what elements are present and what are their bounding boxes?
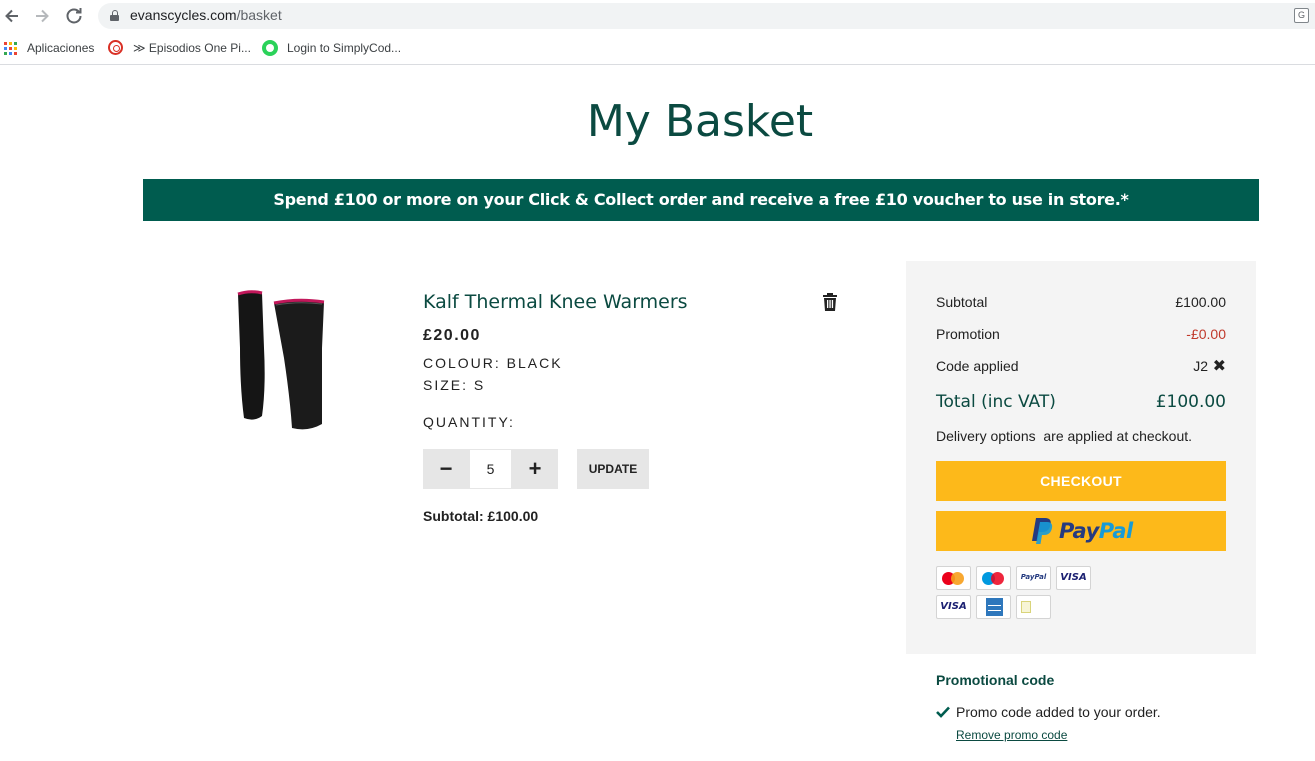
lock-icon bbox=[110, 10, 119, 21]
update-button[interactable]: UPDATE bbox=[577, 449, 649, 489]
subtotal-value: £100.00 bbox=[1175, 294, 1226, 310]
summary-promotion-row: Promotion -£0.00 bbox=[936, 326, 1226, 342]
order-summary: Subtotal £100.00 Promotion -£0.00 Code a… bbox=[906, 261, 1256, 654]
delivery-note: Delivery options are applied at checkout… bbox=[936, 428, 1193, 444]
apps-grid-icon bbox=[4, 42, 17, 55]
spiral-favicon-icon bbox=[108, 40, 123, 55]
browser-toolbar: evanscycles.com/basket G bbox=[0, 0, 1315, 32]
quantity-input[interactable] bbox=[469, 449, 512, 489]
bookmark-label: ≫ Episodios One Pi... bbox=[133, 41, 251, 55]
promotion-label: Promotion bbox=[936, 326, 1000, 342]
address-bar[interactable]: evanscycles.com/basket G bbox=[98, 3, 1315, 29]
promotion-value: -£0.00 bbox=[1186, 326, 1226, 342]
reload-icon[interactable] bbox=[63, 5, 85, 27]
url-text[interactable]: evanscycles.com/basket bbox=[130, 7, 282, 23]
quantity-label: QUANTITY: bbox=[423, 414, 515, 430]
retail-finance-icon bbox=[1016, 595, 1051, 619]
promo-banner[interactable]: Spend £100 or more on your Click & Colle… bbox=[143, 179, 1259, 221]
subtotal-label: Subtotal bbox=[936, 294, 988, 310]
forward-arrow-icon[interactable] bbox=[31, 5, 53, 27]
back-arrow-icon[interactable] bbox=[1, 5, 23, 27]
summary-subtotal-row: Subtotal £100.00 bbox=[936, 294, 1226, 310]
quantity-increase-button[interactable]: + bbox=[512, 449, 558, 489]
total-value: £100.00 bbox=[1155, 392, 1226, 412]
amex-icon bbox=[976, 595, 1011, 619]
visa-icon: VISA bbox=[1056, 566, 1091, 590]
item-subtotal: Subtotal: £100.00 bbox=[423, 508, 539, 524]
bookmark-label: Aplicaciones bbox=[27, 41, 95, 55]
check-icon bbox=[936, 705, 950, 718]
circle-favicon-icon bbox=[262, 40, 278, 56]
summary-total-row: Total (inc VAT) £100.00 bbox=[936, 392, 1226, 412]
total-label: Total (inc VAT) bbox=[936, 392, 1056, 412]
trash-icon[interactable] bbox=[822, 293, 838, 311]
bookmarks-bar: Aplicaciones ≫ Episodios One Pi... Login… bbox=[0, 32, 1315, 65]
remove-code-icon[interactable]: ✖ bbox=[1213, 356, 1226, 376]
product-image[interactable] bbox=[232, 288, 332, 434]
mastercard-icon bbox=[936, 566, 971, 590]
remove-promo-code-link[interactable]: Remove promo code bbox=[956, 728, 1067, 742]
paypal-card-icon: PayPal bbox=[1016, 566, 1051, 590]
product-price: £20.00 bbox=[423, 327, 481, 344]
promo-message-text: Promo code added to your order. bbox=[956, 704, 1161, 720]
paypal-button[interactable]: PayPal bbox=[936, 511, 1226, 551]
checkout-button[interactable]: CHECKOUT bbox=[936, 461, 1226, 501]
product-colour: COLOUR: BLACK bbox=[423, 355, 563, 371]
quantity-decrease-button[interactable]: − bbox=[423, 449, 469, 489]
translate-icon[interactable]: G bbox=[1294, 8, 1309, 23]
bookmark-label: Login to SimplyCod... bbox=[287, 41, 402, 55]
product-name-link[interactable]: Kalf Thermal Knee Warmers bbox=[423, 291, 688, 313]
product-size: SIZE: S bbox=[423, 377, 486, 393]
maestro-icon bbox=[976, 566, 1011, 590]
code-applied-value: J2 bbox=[1193, 358, 1208, 374]
summary-code-row: Code applied J2 ✖ bbox=[936, 356, 1226, 376]
promotional-code-heading: Promotional code bbox=[936, 672, 1055, 688]
paypal-logo-icon bbox=[1031, 517, 1055, 545]
visa-icon: VISA bbox=[936, 595, 971, 619]
code-applied-label: Code applied bbox=[936, 358, 1019, 374]
paypal-wordmark: PayPal bbox=[1059, 519, 1133, 543]
page-title: My Basket bbox=[586, 96, 814, 147]
